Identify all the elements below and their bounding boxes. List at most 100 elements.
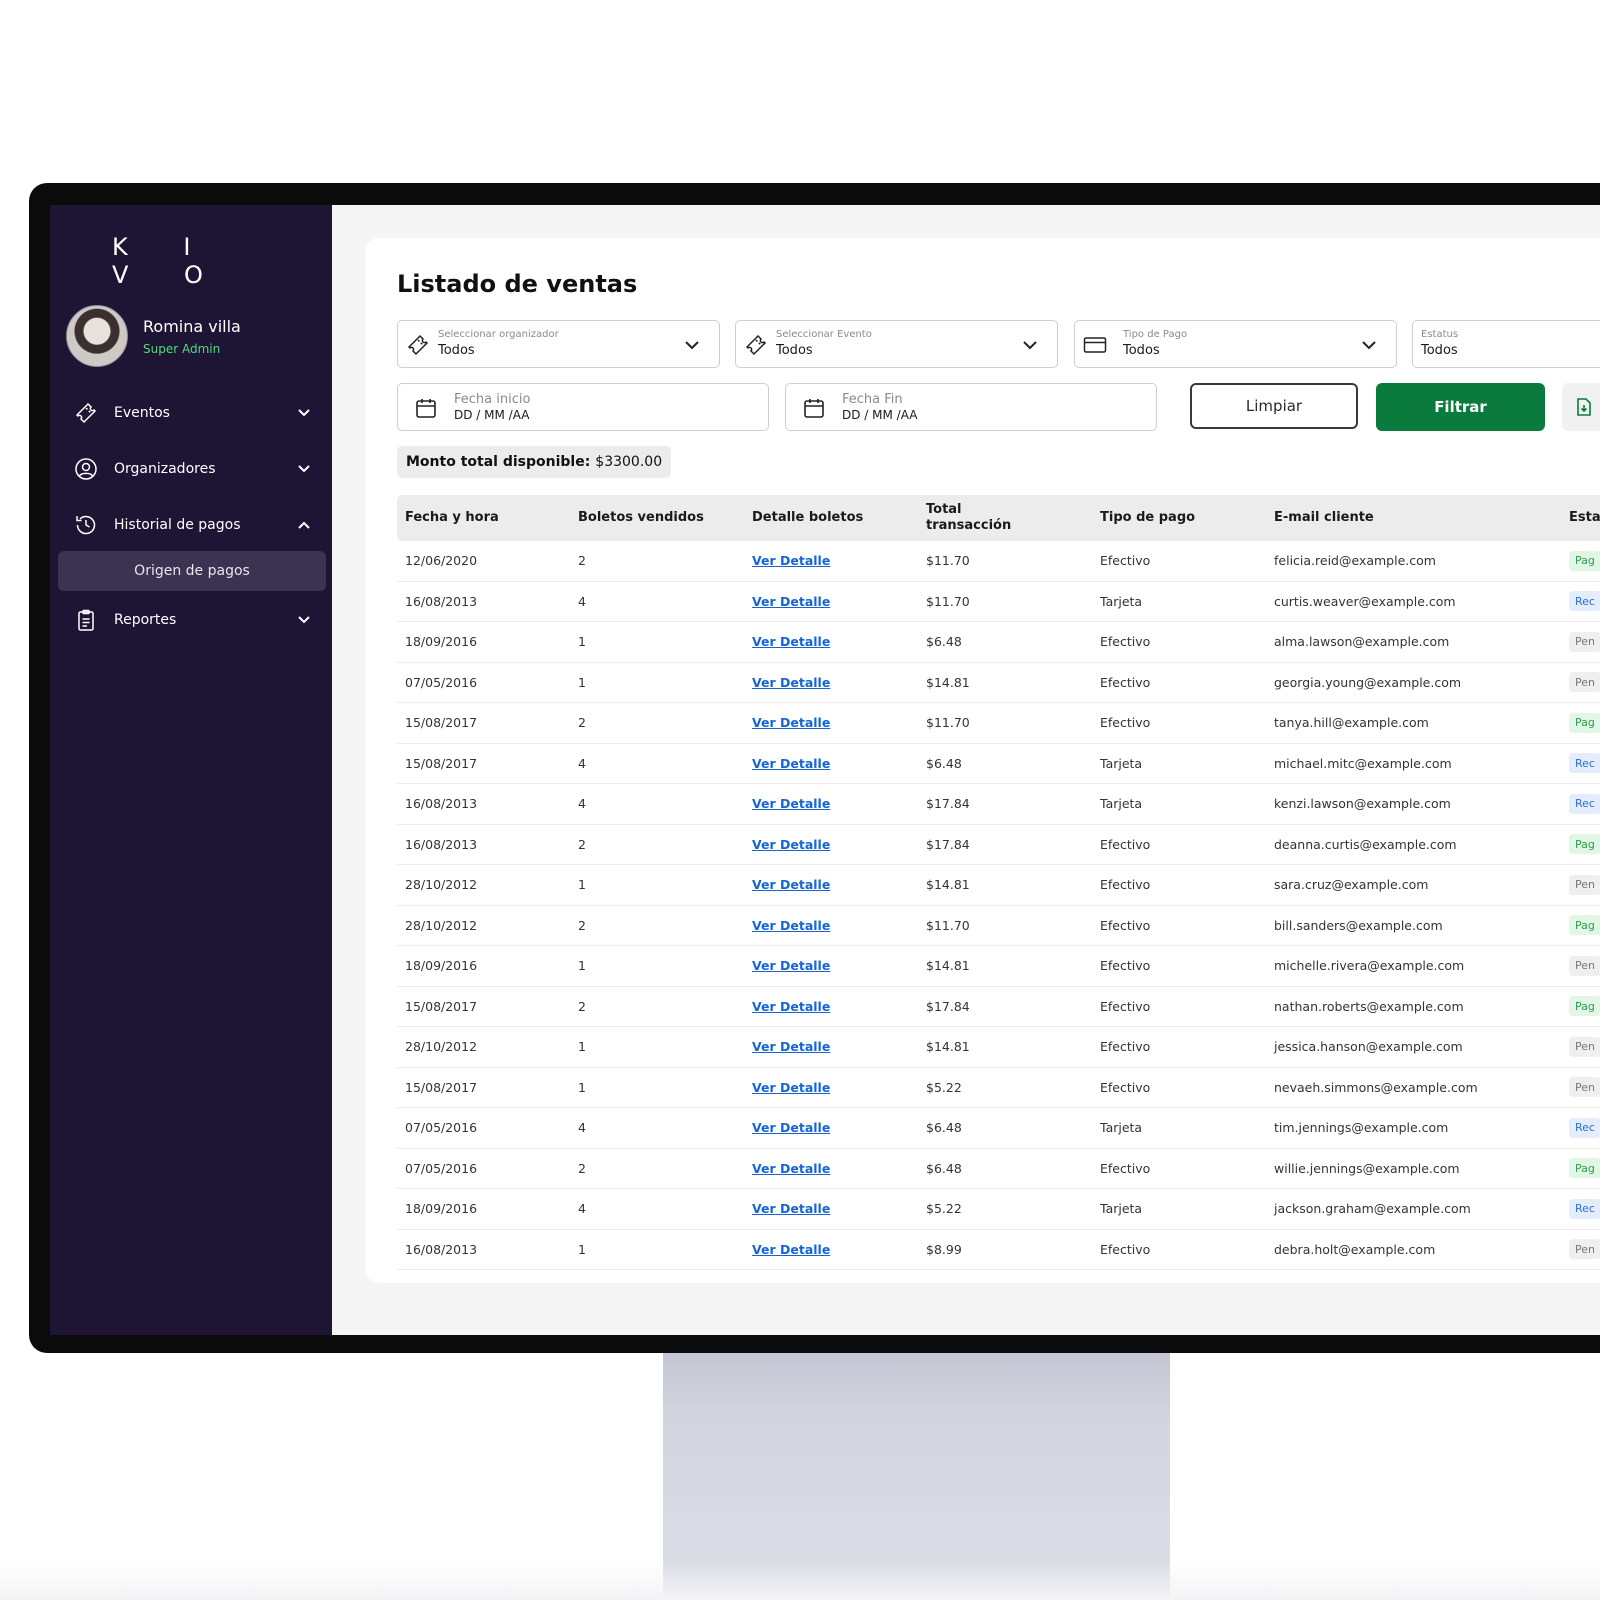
column-header[interactable]: E-mail cliente	[1274, 495, 1374, 541]
column-header[interactable]: Total transacción	[926, 495, 1036, 541]
cell-total: $11.70	[926, 715, 970, 731]
cell-email: kenzi.lawson@example.com	[1274, 796, 1451, 812]
ticket-icon	[72, 399, 100, 427]
ver-detalle-link[interactable]: Ver Detalle	[752, 634, 830, 649]
column-header[interactable]: Estat	[1569, 495, 1600, 541]
calendar-icon	[802, 396, 826, 420]
ver-detalle-link[interactable]: Ver Detalle	[752, 715, 830, 730]
cell-estatus: Pen	[1569, 1068, 1600, 1108]
status-badge: Rec	[1569, 591, 1600, 612]
cell-email: tim.jennings@example.com	[1274, 1120, 1449, 1136]
user-name: Romina villa	[143, 317, 241, 336]
cell-total: $17.84	[926, 998, 970, 1014]
ver-detalle-link[interactable]: Ver Detalle	[752, 756, 830, 771]
ver-detalle-link[interactable]: Ver Detalle	[752, 675, 830, 690]
cell-boletos: 2	[578, 553, 586, 569]
chevron-down-icon[interactable]	[296, 612, 312, 628]
ver-detalle-link[interactable]: Ver Detalle	[752, 553, 830, 568]
ver-detalle-link[interactable]: Ver Detalle	[752, 1161, 830, 1176]
payment-type-select[interactable]: Tipo de Pago Todos	[1074, 320, 1397, 368]
status-badge: Pen	[1569, 955, 1600, 976]
ver-detalle-link[interactable]: Ver Detalle	[752, 1242, 830, 1257]
event-value: Todos	[776, 343, 813, 358]
column-header[interactable]: Detalle boletos	[752, 495, 863, 541]
sidebar-item-eventos[interactable]: Eventos	[72, 395, 312, 431]
column-header[interactable]: Tipo de pago	[1100, 495, 1195, 541]
cell-boletos: 2	[578, 715, 586, 731]
cell-email: felicia.reid@example.com	[1274, 553, 1436, 569]
ver-detalle-link[interactable]: Ver Detalle	[752, 796, 830, 811]
ver-detalle-link[interactable]: Ver Detalle	[752, 918, 830, 933]
cell-email: georgia.young@example.com	[1274, 674, 1462, 690]
cell-total: $14.81	[926, 674, 970, 690]
avatar	[66, 305, 128, 367]
cell-total: $5.22	[926, 1201, 962, 1217]
ver-detalle-link[interactable]: Ver Detalle	[752, 1120, 830, 1135]
cell-email: alma.lawson@example.com	[1274, 634, 1450, 650]
cell-tipo-pago: Efectivo	[1100, 836, 1151, 852]
cell-estatus: Pen	[1569, 1027, 1600, 1067]
clear-button[interactable]: Limpiar	[1190, 383, 1358, 429]
organizer-value: Todos	[438, 343, 475, 358]
cell-fecha: 16/08/2013	[405, 593, 478, 609]
cell-email: jackson.graham@example.com	[1274, 1201, 1471, 1217]
start-date-field[interactable]: Fecha inicio DD / MM /AA	[397, 383, 769, 431]
cell-estatus: Pag	[1569, 825, 1600, 865]
end-date-field[interactable]: Fecha Fin DD / MM /AA	[785, 383, 1157, 431]
status-select[interactable]: Estatus Todos	[1412, 320, 1600, 368]
file-download-icon	[1574, 397, 1594, 417]
chevron-down-icon[interactable]	[296, 461, 312, 477]
export-button[interactable]	[1562, 383, 1600, 431]
status-value: Todos	[1421, 343, 1458, 358]
ver-detalle-link[interactable]: Ver Detalle	[752, 1039, 830, 1054]
filter-button[interactable]: Filtrar	[1376, 383, 1545, 431]
cell-estatus: Pen	[1569, 1230, 1600, 1270]
status-caption: Estatus	[1421, 329, 1459, 340]
calendar-icon	[414, 396, 438, 420]
chevron-down-icon	[1360, 336, 1378, 354]
cell-tipo-pago: Efectivo	[1100, 1241, 1151, 1257]
cell-fecha: 15/08/2017	[405, 998, 478, 1014]
organizer-caption: Seleccionar organizador	[438, 329, 559, 340]
status-badge: Pag	[1569, 1158, 1600, 1179]
cell-tipo-pago: Efectivo	[1100, 715, 1151, 731]
cell-detalle: Ver Detalle	[752, 1149, 830, 1189]
table-row: 15/08/2017 4 Ver Detalle $6.48 Tarjeta michae…	[397, 744, 1600, 784]
ver-detalle-link[interactable]: Ver Detalle	[752, 837, 830, 852]
cell-total: $6.48	[926, 634, 962, 650]
cell-detalle: Ver Detalle	[752, 1189, 830, 1229]
sidebar-subitem-origen-de-pagos[interactable]: Origen de pagos	[58, 551, 326, 591]
cell-estatus: Pen	[1569, 622, 1600, 662]
cell-fecha: 07/05/2016	[405, 674, 478, 690]
user-profile[interactable]: Romina villa Super Admin	[66, 305, 326, 369]
sidebar-item-historial-de-pagos[interactable]: Historial de pagos	[72, 507, 312, 543]
cell-boletos: 2	[578, 917, 586, 933]
cell-boletos: 4	[578, 1201, 586, 1217]
chevron-down-icon[interactable]	[296, 405, 312, 421]
ver-detalle-link[interactable]: Ver Detalle	[752, 958, 830, 973]
ver-detalle-link[interactable]: Ver Detalle	[752, 594, 830, 609]
cell-detalle: Ver Detalle	[752, 865, 830, 905]
total-available-value: $3300.00	[595, 454, 663, 470]
column-header[interactable]: Fecha y hora	[405, 495, 499, 541]
cell-detalle: Ver Detalle	[752, 663, 830, 703]
cell-detalle: Ver Detalle	[752, 582, 830, 622]
sidebar-item-organizadores[interactable]: Organizadores	[72, 451, 312, 487]
cell-estatus: Rec	[1569, 744, 1600, 784]
table-row: 15/08/2017 2 Ver Detalle $17.84 Efectivo nath…	[397, 987, 1600, 1027]
column-header[interactable]: Boletos vendidos	[578, 495, 704, 541]
ver-detalle-link[interactable]: Ver Detalle	[752, 1080, 830, 1095]
cell-total: $6.48	[926, 1120, 962, 1136]
payment-type-caption: Tipo de Pago	[1123, 329, 1188, 340]
chevron-up-icon[interactable]	[296, 517, 312, 533]
ver-detalle-link[interactable]: Ver Detalle	[752, 877, 830, 892]
status-badge: Pen	[1569, 1239, 1600, 1260]
ver-detalle-link[interactable]: Ver Detalle	[752, 1201, 830, 1216]
table-row: 18/09/2016 4 Ver Detalle $5.22 Tarjeta jackso…	[397, 1189, 1600, 1230]
cell-boletos: 2	[578, 1160, 586, 1176]
organizer-select[interactable]: Seleccionar organizador Todos	[397, 320, 720, 368]
event-select[interactable]: Seleccionar Evento Todos	[735, 320, 1058, 368]
ver-detalle-link[interactable]: Ver Detalle	[752, 999, 830, 1014]
cell-estatus: Pag	[1569, 541, 1600, 581]
sidebar-item-reportes[interactable]: Reportes	[72, 602, 312, 638]
